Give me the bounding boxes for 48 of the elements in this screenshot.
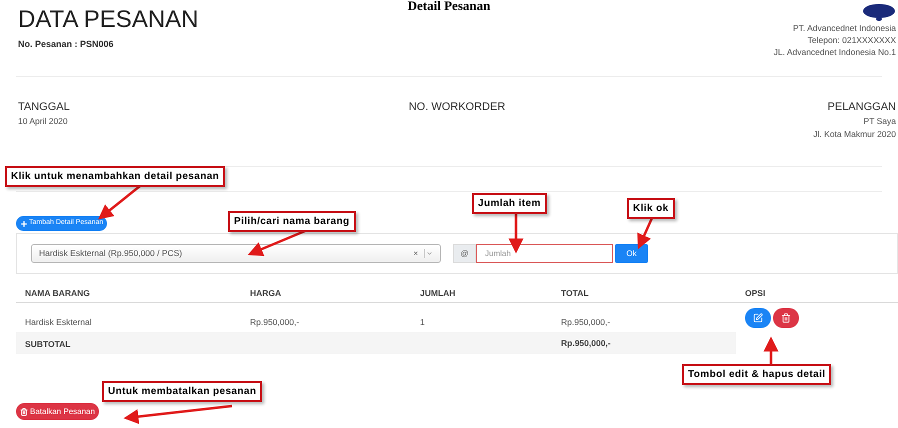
table-cell: Rp.950,000,-: [561, 317, 610, 327]
info-label: NO. WORKORDER: [408, 100, 506, 115]
info-value: 10 April 2020: [18, 115, 68, 128]
subtotal-label: SUBTOTAL: [25, 339, 70, 349]
callout-arrow: [248, 230, 306, 256]
item-select[interactable]: Hardisk Eskternal (Rp.950,000 / PCS) ×: [31, 244, 441, 263]
company-info: Telepon: 021XXXXXXX: [808, 34, 896, 46]
callout-label: Klik ok: [627, 198, 675, 219]
cancel-order-button[interactable]: Batalkan Pesanan: [16, 403, 99, 420]
callout-arrow: [637, 217, 654, 250]
clear-icon[interactable]: ×: [413, 248, 424, 260]
callout-label: Pilih/cari nama barang: [228, 211, 356, 232]
input-addon: @: [453, 244, 476, 263]
column-header: HARGA: [250, 288, 282, 298]
trash-icon: [781, 313, 791, 323]
edit-button[interactable]: [745, 308, 771, 328]
ok-button[interactable]: Ok: [615, 244, 648, 263]
info-value: PT Saya: [864, 115, 896, 128]
callout-label: Tombol edit & hapus detail: [682, 364, 832, 385]
callout-label: Untuk membatalkan pesanan: [102, 381, 262, 402]
trash-icon: [20, 408, 28, 416]
page-title: DATA PESANAN: [18, 6, 198, 34]
callout-label: Jumlah item: [472, 193, 547, 214]
plus-icon: [20, 220, 28, 228]
subtotal-value: Rp.950,000,-: [561, 336, 611, 350]
callout-arrow: [508, 213, 524, 254]
logo-icon: [862, 2, 896, 22]
column-header: TOTAL: [561, 288, 589, 298]
table-cell: Rp.950,000,-: [250, 317, 300, 327]
info-label: PELANGGAN: [828, 100, 896, 115]
caret-icon[interactable]: [424, 249, 433, 258]
company-info: JL. Advancednet Indonesia No.1: [774, 46, 896, 58]
table-cell: Hardisk Eskternal: [25, 317, 92, 327]
column-header: JUMLAH: [420, 288, 456, 298]
delete-button[interactable]: [773, 308, 799, 328]
quantity-field[interactable]: Jumlah: [476, 244, 613, 263]
edit-icon: [753, 313, 763, 323]
table-cell: 1: [420, 317, 425, 327]
company-info: PT. Advancednet Indonesia: [792, 22, 896, 34]
callout-label: Klik untuk menambahkan detail pesanan: [5, 166, 226, 187]
info-value: Jl. Kota Makmur 2020: [813, 128, 896, 141]
column-header: OPSI: [745, 288, 766, 298]
callout-arrow: [98, 185, 141, 220]
column-header: NAMA BARANG: [25, 288, 90, 298]
info-label: TANGGAL: [18, 100, 70, 115]
header-title: Detail Pesanan: [408, 0, 490, 12]
order-number: No. Pesanan : PSN006: [18, 38, 115, 51]
callout-arrow: [764, 336, 778, 364]
